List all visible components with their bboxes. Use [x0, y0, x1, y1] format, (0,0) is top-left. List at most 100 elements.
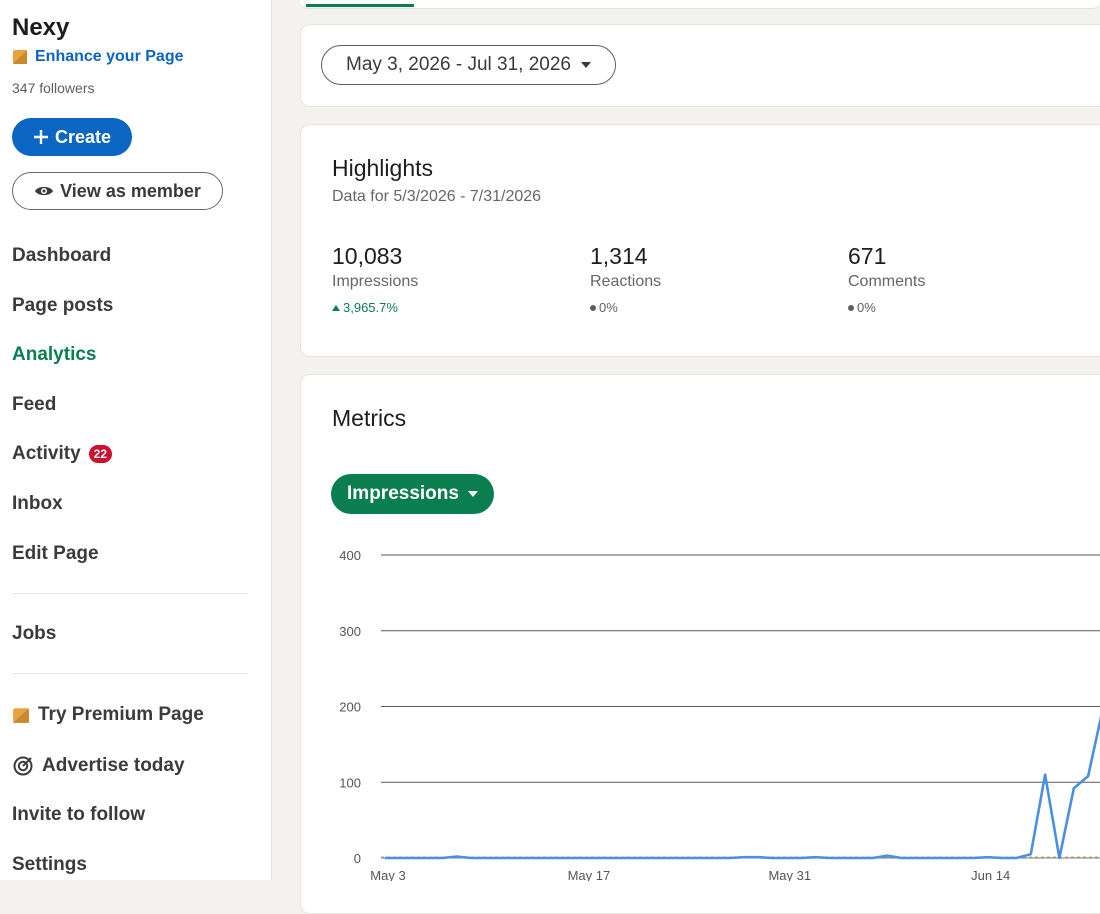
data-point[interactable]: [899, 855, 905, 861]
trend-neutral-icon: [848, 305, 854, 311]
data-point[interactable]: [511, 855, 517, 861]
data-point[interactable]: [382, 855, 388, 861]
data-point[interactable]: [439, 855, 445, 861]
data-point[interactable]: [497, 855, 503, 861]
try-premium-link[interactable]: Try Premium Page: [12, 704, 204, 726]
active-tab-indicator: [306, 4, 414, 7]
data-point[interactable]: [411, 855, 417, 861]
stat-reactions[interactable]: 1,314 Reactions 0%: [590, 243, 661, 315]
data-point[interactable]: [970, 855, 976, 861]
nav-edit-page[interactable]: Edit Page: [12, 543, 99, 565]
data-point[interactable]: [884, 853, 890, 859]
data-point[interactable]: [655, 855, 661, 861]
metric-selector-dropdown[interactable]: Impressions: [331, 474, 494, 514]
data-point[interactable]: [913, 855, 919, 861]
data-point[interactable]: [698, 855, 704, 861]
data-point[interactable]: [798, 855, 804, 861]
date-range-dropdown[interactable]: May 3, 2026 - Jul 31, 2026: [321, 45, 616, 85]
data-point[interactable]: [769, 855, 775, 861]
nav-analytics[interactable]: Analytics: [12, 344, 96, 366]
stat-change: 0%: [590, 300, 661, 315]
data-point[interactable]: [1071, 785, 1077, 791]
nav-feed[interactable]: Feed: [12, 394, 56, 416]
highlights-subtitle: Data for 5/3/2026 - 7/31/2026: [332, 188, 541, 206]
stat-label: Comments: [848, 273, 925, 291]
data-point[interactable]: [526, 855, 532, 861]
nav-inbox[interactable]: Inbox: [12, 493, 63, 515]
view-as-member-button[interactable]: View as member: [12, 172, 223, 210]
nav-label: Analytics: [12, 344, 96, 366]
nav-activity[interactable]: Activity 22: [12, 443, 112, 465]
data-point[interactable]: [1042, 772, 1048, 778]
create-label: Create: [55, 127, 111, 148]
notification-badge: 22: [89, 445, 112, 463]
stat-change-value: 0%: [599, 300, 618, 315]
nav-jobs[interactable]: Jobs: [12, 623, 56, 645]
impressions-series-line[interactable]: [385, 610, 1100, 859]
nav-dashboard[interactable]: Dashboard: [12, 245, 111, 267]
data-point[interactable]: [396, 855, 402, 861]
data-point[interactable]: [956, 855, 962, 861]
y-tick-label: 0: [354, 851, 361, 866]
data-point[interactable]: [999, 855, 1005, 861]
data-point[interactable]: [554, 855, 560, 861]
data-point[interactable]: [942, 855, 948, 861]
data-point[interactable]: [741, 854, 747, 860]
advertise-link[interactable]: Advertise today: [12, 755, 185, 777]
plus-icon: [33, 129, 49, 145]
data-point[interactable]: [1013, 855, 1019, 861]
data-point[interactable]: [813, 854, 819, 860]
data-point[interactable]: [856, 855, 862, 861]
divider: [12, 673, 248, 674]
data-point[interactable]: [597, 855, 603, 861]
data-point[interactable]: [755, 854, 761, 860]
data-point[interactable]: [683, 855, 689, 861]
data-point[interactable]: [583, 855, 589, 861]
data-point[interactable]: [827, 855, 833, 861]
data-point[interactable]: [712, 855, 718, 861]
page-name[interactable]: Nexy: [12, 14, 69, 42]
data-point[interactable]: [540, 855, 546, 861]
data-point[interactable]: [784, 855, 790, 861]
nav-label: Settings: [12, 854, 87, 876]
data-point[interactable]: [425, 855, 431, 861]
nav-label: Dashboard: [12, 245, 111, 267]
data-point[interactable]: [569, 855, 575, 861]
highlights-card: Highlights Data for 5/3/2026 - 7/31/2026…: [300, 124, 1100, 357]
data-point[interactable]: [726, 855, 732, 861]
data-point[interactable]: [640, 855, 646, 861]
data-point[interactable]: [985, 854, 991, 860]
data-point[interactable]: [669, 855, 675, 861]
impressions-line-chart[interactable]: 0100200300400May 3May 17May 31Jun 14Jun …: [301, 535, 1100, 881]
stat-change: 3,965.7%: [332, 300, 418, 315]
data-point[interactable]: [870, 855, 876, 861]
sidebar: Nexy Enhance your Page 347 followers Cre…: [0, 0, 272, 880]
stat-value: 671: [848, 243, 925, 270]
create-button[interactable]: Create: [12, 118, 132, 156]
data-point[interactable]: [1085, 773, 1091, 779]
stat-comments[interactable]: 671 Comments 0%: [848, 243, 925, 315]
data-point[interactable]: [1056, 855, 1062, 861]
nav-page-posts[interactable]: Page posts: [12, 295, 113, 317]
stat-impressions[interactable]: 10,083 Impressions 3,965.7%: [332, 243, 418, 315]
y-tick-label: 100: [339, 775, 361, 790]
stat-label: Reactions: [590, 273, 661, 291]
data-point[interactable]: [927, 855, 933, 861]
settings-link[interactable]: Settings: [12, 854, 87, 876]
enhance-page-link[interactable]: Enhance your Page: [12, 48, 184, 66]
data-point[interactable]: [468, 855, 474, 861]
y-tick-label: 400: [339, 548, 361, 563]
enhance-page-label[interactable]: Enhance your Page: [35, 48, 184, 66]
data-point[interactable]: [454, 853, 460, 859]
data-point[interactable]: [612, 855, 618, 861]
data-point[interactable]: [482, 855, 488, 861]
tab-strip: [300, 0, 1100, 9]
target-icon: [12, 755, 34, 777]
data-point[interactable]: [626, 855, 632, 861]
invite-to-follow-link[interactable]: Invite to follow: [12, 804, 145, 826]
stat-change-value: 0%: [857, 300, 876, 315]
nav-label: Advertise today: [42, 755, 185, 777]
data-point[interactable]: [1028, 851, 1034, 857]
data-point[interactable]: [841, 855, 847, 861]
stat-value: 1,314: [590, 243, 661, 270]
